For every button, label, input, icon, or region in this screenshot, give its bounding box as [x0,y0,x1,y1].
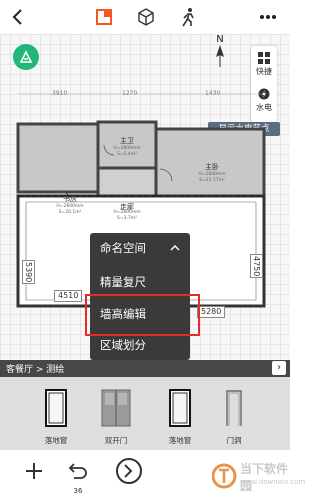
more-dots-icon [260,15,276,19]
view-2d-button[interactable] [92,5,116,29]
bottom-toolbar: 36 当下软件园 www.downxia.com [0,450,305,500]
next-button[interactable]: › [272,361,286,375]
library-item-label: 落地窗 [44,436,68,445]
cube-icon [138,8,154,26]
floor-window-icon [169,389,191,427]
doorway-icon [226,390,242,426]
menu-item-name-space[interactable]: 命名空间 [100,240,146,256]
floorplan-icon [96,9,112,25]
back-button[interactable] [6,5,30,29]
room-master-sub: H=2800mm S=25.17m² [198,172,226,183]
undo-count: 36 [73,487,83,495]
library-item-label: 门洞 [226,436,242,445]
watermark-url: www.downxia.com [240,478,306,486]
plus-icon [26,463,42,479]
walk-mode-button[interactable] [176,5,200,29]
chevron-up-icon[interactable] [170,244,180,252]
room-study-name: 书房 [63,195,77,203]
breadcrumb[interactable]: 客餐厅 > 测绘 [6,362,64,375]
brand-button[interactable] [116,458,142,484]
menu-item-area-divide[interactable]: 区域划分 [100,337,146,353]
top-toolbar [0,0,290,34]
more-button[interactable] [256,5,280,29]
dim-left[interactable]: 5390 [22,260,35,285]
add-button[interactable] [24,458,44,484]
view-3d-button[interactable] [134,5,158,29]
library-item[interactable]: 双开门 [88,383,144,445]
library-item[interactable]: 门洞 [206,383,262,445]
library-item-label: 双开门 [104,436,128,445]
room-corridor-sub: H=2800mm S=3.7m² [113,210,141,221]
walk-icon [182,8,194,27]
floor-window-icon [45,389,67,427]
undo-button[interactable] [68,458,88,484]
chevron-right-icon: › [277,362,281,373]
library-item[interactable]: 落地窗 [152,383,208,445]
library-item-label: 落地窗 [168,436,192,445]
menu-item-precise-measure[interactable]: 精量复尺 [100,274,146,290]
double-door-icon [101,389,131,427]
highlight-box [85,294,200,336]
watermark-text: 当下软件园 [240,462,289,493]
brand-logo-icon [116,458,142,484]
component-library: 落地窗 双开门 落地窗 门洞 [0,377,290,450]
library-item[interactable]: 落地窗 [28,383,84,445]
undo-icon [68,463,87,479]
dim-bottom-left[interactable]: 4510 [54,290,83,302]
room-study-sub: H=2800mm S=20.1m² [56,204,84,215]
room-master-name: 主卧 [205,163,219,171]
dim-right[interactable]: 4750 [250,254,263,279]
breadcrumb-bar: 客餐厅 > 测绘 › [0,360,290,377]
dim-bottom-right[interactable]: 5280 [197,306,226,318]
room-bath-name: 主卫 [120,137,134,145]
room-bath-sub: H=2800mm S=5.4m² [113,146,141,157]
chevron-left-icon [12,9,22,25]
